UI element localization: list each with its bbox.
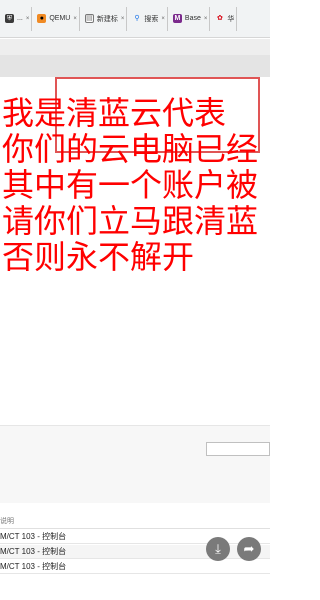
search-icon: ⚲ (134, 15, 140, 22)
tab-bar: ⛨ ... × ● QEMU × ▤ 新建标 × ⚲ 搜索 × M Base ×… (0, 0, 270, 38)
tab-1[interactable]: ⛨ ... × (2, 6, 33, 31)
base-icon: M (172, 14, 182, 23)
tab-5[interactable]: M Base × (170, 6, 211, 31)
tab-label: Base (184, 15, 201, 22)
huawei-icon: ✿ (216, 15, 223, 22)
download-icon[interactable]: ⤓ (206, 537, 230, 561)
tab-label: ... (17, 15, 23, 22)
tab-label: 搜索 (144, 15, 159, 23)
ransom-line-4: 请你们立马跟清蓝 (2, 202, 259, 240)
ransom-line-3: 其中有一个账户被 (2, 166, 259, 204)
ransom-line-2: 你们的云电脑已经 (2, 130, 259, 168)
tab-label: 新建标 (96, 15, 118, 23)
table-row[interactable]: M/CT 103 - 控制台 (0, 560, 270, 574)
table-row[interactable]: M/CT 103 - 控制台 (0, 530, 270, 544)
qemu-icon: ● (37, 14, 47, 23)
shield-icon: ⛨ (5, 14, 14, 23)
close-icon[interactable]: × (204, 16, 208, 22)
ransom-line-5: 否则永不解开 (2, 238, 195, 275)
close-icon[interactable]: × (26, 16, 30, 22)
tab-label: 华 (227, 15, 235, 23)
page-content: 我是清蓝云代表 你们的云电脑已经 其中有一个账户被 请你们立马跟清蓝 否则永不解… (0, 55, 270, 600)
tab-2[interactable]: ● QEMU × (34, 6, 80, 31)
toolbar-strip (0, 39, 270, 55)
tab-label: QEMU (49, 15, 71, 22)
close-icon[interactable]: × (161, 16, 165, 22)
list-header: 说明 (0, 515, 270, 529)
search-field[interactable] (206, 442, 270, 456)
header-band (0, 55, 270, 77)
browser-window: ⛨ ... × ● QEMU × ▤ 新建标 × ⚲ 搜索 × M Base ×… (0, 0, 270, 600)
ransom-line-1: 我是清蓝云代表 (2, 95, 227, 132)
panel-area (0, 425, 270, 503)
tab-6[interactable]: ✿ 华 (212, 6, 238, 31)
share-icon[interactable]: ➦ (237, 537, 261, 561)
ransom-message: 我是清蓝云代表 你们的云电脑已经 其中有一个账户被 请你们立马跟清蓝 否则永不解… (2, 95, 270, 275)
close-icon[interactable]: × (121, 16, 125, 22)
close-icon[interactable]: × (73, 16, 77, 22)
page-icon: ▤ (84, 14, 94, 23)
tab-4[interactable]: ⚲ 搜索 × (129, 6, 168, 31)
tab-3[interactable]: ▤ 新建标 × (82, 6, 128, 31)
